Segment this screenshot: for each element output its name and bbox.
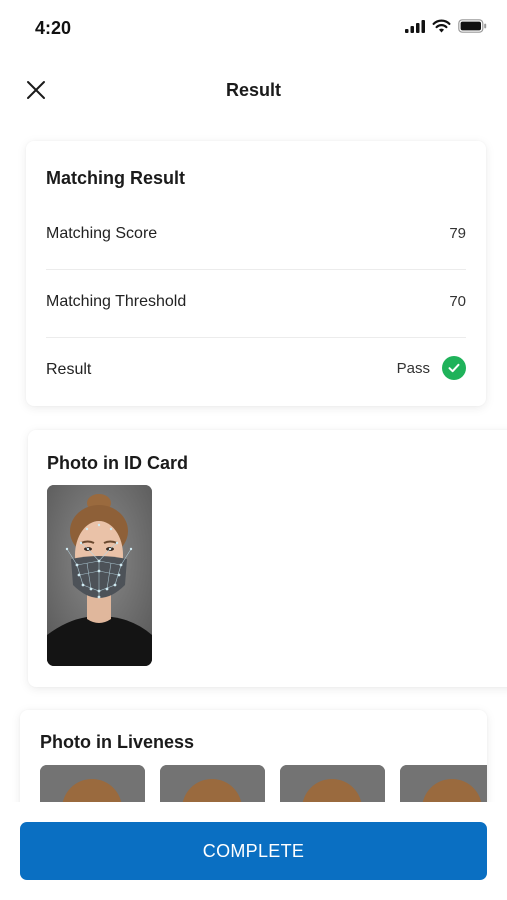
matching-score-row: Matching Score 79	[46, 201, 466, 270]
id-photo-title: Photo in ID Card	[47, 453, 188, 473]
liveness-photo-title: Photo in Liveness	[40, 732, 195, 752]
check-circle-icon	[442, 356, 466, 380]
result-row: Result Pass	[46, 337, 466, 405]
id-card-photo[interactable]	[47, 485, 152, 666]
matching-threshold-row: Matching Threshold 70	[46, 269, 466, 338]
status-time: 4:20	[35, 18, 72, 38]
battery-icon	[458, 19, 487, 33]
matching-threshold-value: 70	[449, 293, 466, 310]
result-status: Pass	[397, 356, 466, 380]
signal-icon	[405, 19, 425, 33]
wifi-icon	[432, 19, 451, 33]
matching-score-value: 79	[449, 225, 466, 242]
page-title: Result	[225, 80, 281, 100]
id-photo-card: Photo in ID Card	[28, 430, 507, 687]
matching-result-card: Matching Result Matching Score 79 Matchi…	[26, 141, 486, 406]
top-nav: Result	[0, 62, 507, 118]
result-label: Result	[46, 361, 92, 378]
status-icons	[405, 19, 487, 33]
matching-score-label: Matching Score	[46, 225, 158, 242]
matching-result-title: Matching Result	[46, 168, 186, 188]
status-bar: 4:20	[0, 0, 507, 56]
complete-button[interactable]: COMPLETE	[20, 822, 487, 880]
matching-threshold-label: Matching Threshold	[46, 293, 187, 310]
result-value: Pass	[396, 359, 430, 377]
